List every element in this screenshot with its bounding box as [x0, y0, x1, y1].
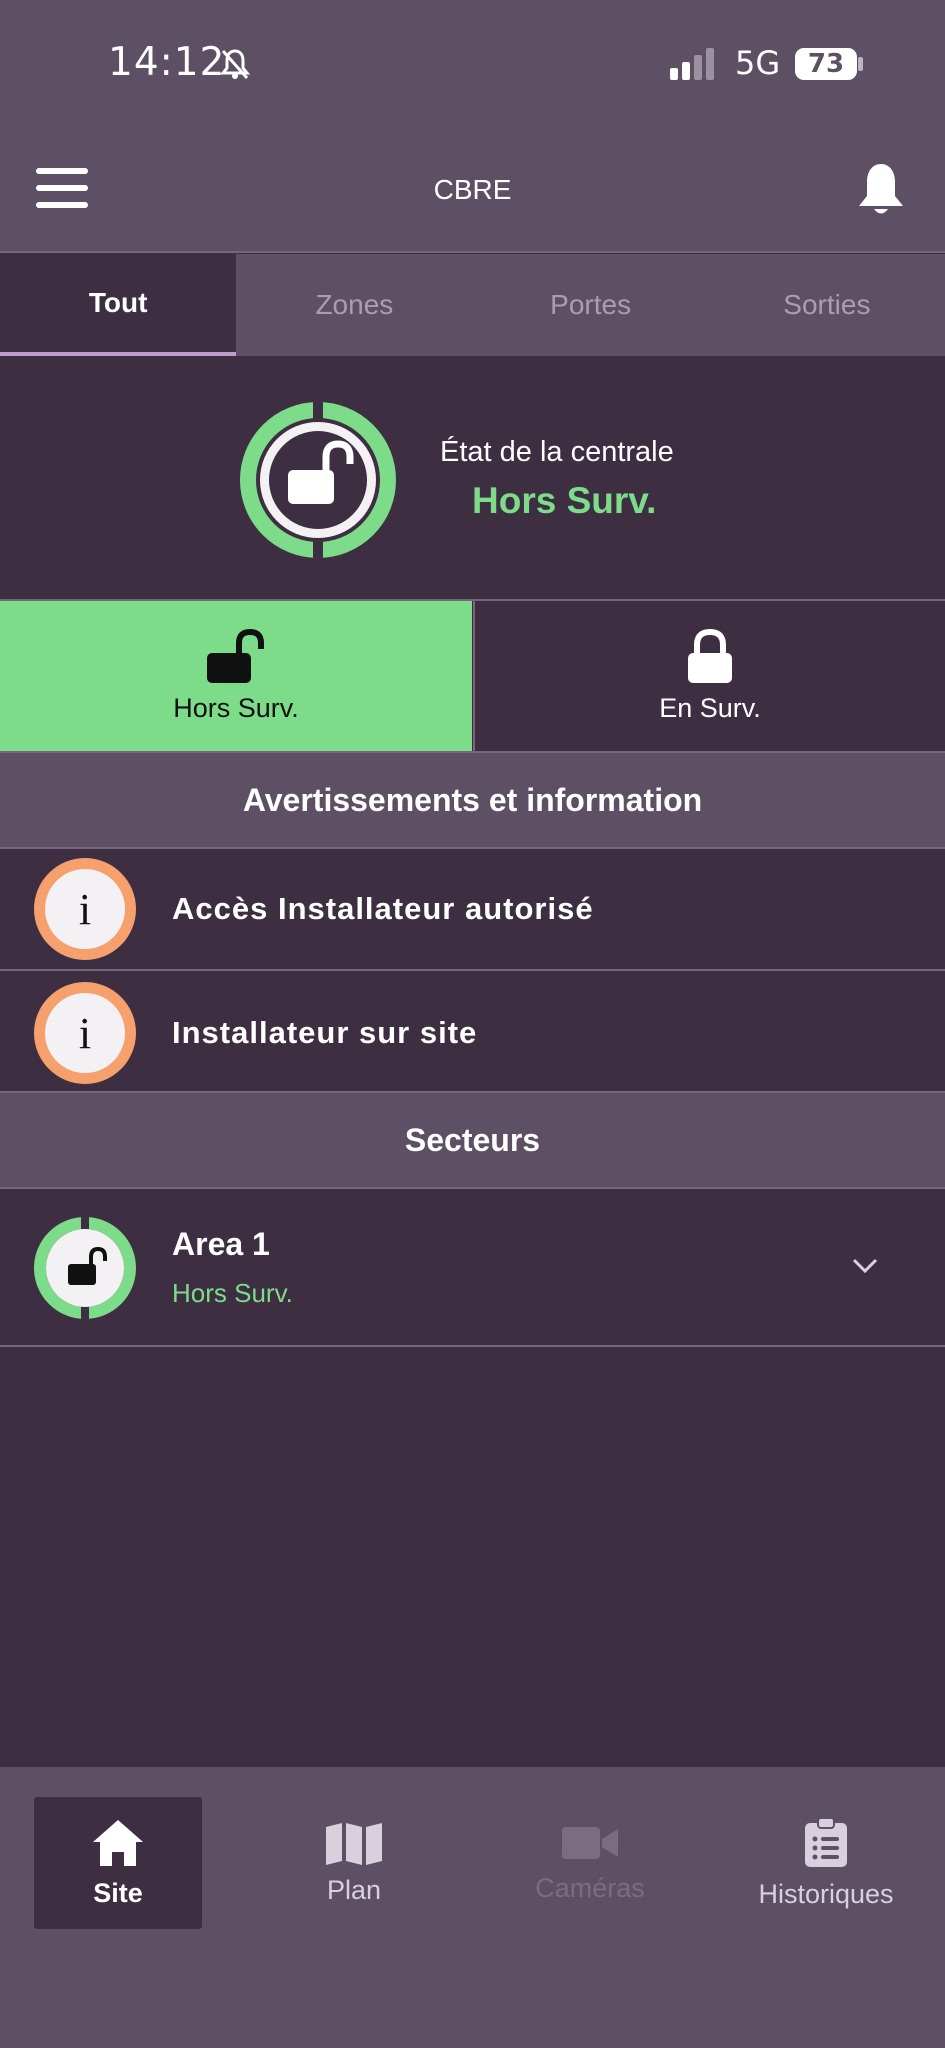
tab-tout[interactable]: Tout [0, 254, 237, 356]
top-bar [0, 0, 945, 252]
signal-icon [670, 48, 714, 80]
tab-zones[interactable]: Zones [236, 254, 472, 356]
status-time: 14:12 [108, 40, 226, 85]
warning-text: Installateur sur site [172, 1015, 478, 1050]
panel-state-value: Hors Surv. [472, 480, 657, 521]
clipboard-list-icon [805, 1816, 847, 1867]
sector-name: Area 1 [172, 1226, 270, 1262]
nav-cameras-label: Caméras [535, 1872, 645, 1903]
map-icon [326, 1822, 382, 1865]
header-divider [0, 251, 945, 253]
battery-indicator: 73 [795, 48, 857, 80]
arm-button-label: En Surv. [659, 692, 761, 723]
page-title: CBRE [433, 174, 512, 205]
sector-state: Hors Surv. [172, 1278, 293, 1308]
nav-plan[interactable]: Plan [270, 1797, 438, 1929]
warnings-title: Avertissements et information [242, 781, 703, 818]
locked-padlock-icon [688, 628, 732, 683]
chevron-down-icon[interactable] [852, 1258, 878, 1274]
arm-button[interactable]: En Surv. [473, 601, 945, 751]
sector-item-area-1[interactable] [0, 1189, 945, 1345]
warning-text: Accès Installateur autorisé [172, 891, 594, 926]
divider [0, 1345, 945, 1347]
sectors-title: Secteurs [404, 1121, 541, 1158]
info-icon: i [34, 982, 136, 1084]
nav-cameras[interactable]: Caméras [506, 1797, 674, 1929]
warning-item[interactable]: i Installateur sur site [0, 971, 945, 1091]
video-camera-icon [562, 1826, 618, 1859]
sector-state-indicator [34, 1217, 136, 1319]
home-icon [93, 1819, 143, 1866]
battery-tip [858, 57, 863, 71]
disarm-button-label: Hors Surv. [173, 692, 299, 723]
mute-bell-icon [220, 49, 250, 79]
warning-item[interactable]: i Accès Installateur autorisé [0, 849, 945, 969]
notification-bell-icon[interactable] [855, 162, 907, 218]
unlocked-padlock-icon [207, 628, 264, 683]
nav-historiques-label: Historiques [758, 1878, 894, 1909]
tab-portes[interactable]: Portes [473, 254, 709, 356]
sectors-header: Secteurs [0, 1093, 945, 1187]
nav-plan-label: Plan [326, 1874, 382, 1905]
disarm-button[interactable]: Hors Surv. [0, 601, 472, 751]
info-icon: i [34, 858, 136, 960]
panel-state-indicator [240, 402, 396, 558]
tab-bar: Tout Zones Portes Sorties [0, 254, 945, 356]
network-type: 5G [735, 44, 781, 82]
warnings-header: Avertissements et information [0, 753, 945, 847]
nav-site-label: Site [93, 1877, 143, 1908]
nav-historiques[interactable]: Historiques [742, 1797, 910, 1929]
panel-state-label: État de la centrale [440, 436, 674, 468]
nav-site[interactable]: Site [34, 1797, 202, 1929]
tab-sorties[interactable]: Sorties [709, 254, 945, 356]
